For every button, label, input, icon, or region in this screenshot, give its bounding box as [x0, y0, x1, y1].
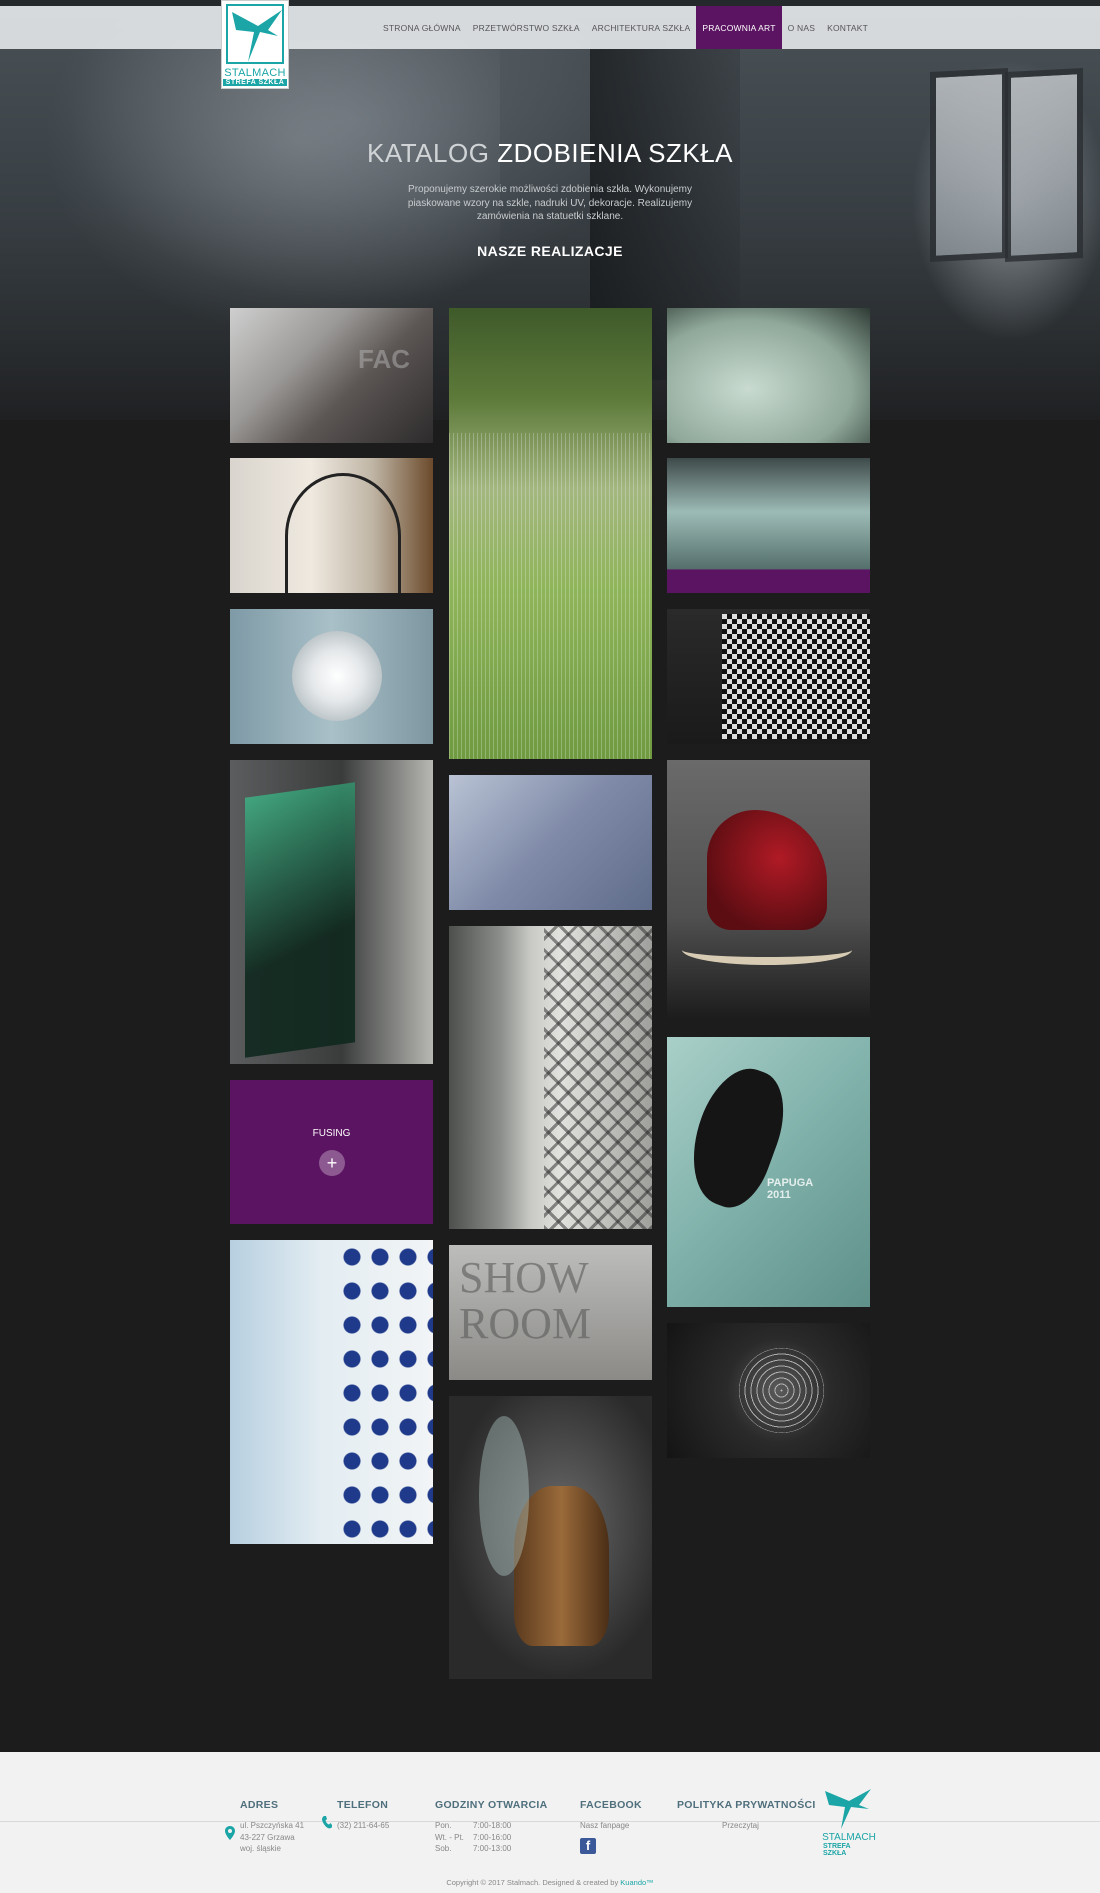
gallery-image [449, 775, 652, 910]
footer-privacy-heading: POLITYKA PRYWATNOŚCI [677, 1799, 816, 1811]
footer-privacy-link[interactable]: Przeczytaj [677, 1820, 816, 1832]
nav-item-contact[interactable]: KONTAKT [821, 6, 874, 49]
footer-phone-number[interactable]: (32) 211-64-65 [337, 1820, 389, 1832]
gallery-image [449, 926, 652, 1229]
gallery-item-facade[interactable] [230, 308, 433, 443]
main-nav: STRONA GŁÓWNA PRZETWÓRSTWO SZKŁA ARCHITE… [377, 6, 874, 49]
hours-time: 7:00-13:00 [473, 1844, 512, 1853]
hours-day: Sob. [435, 1844, 452, 1853]
logo-subtitle: STREFA SZKŁA [222, 79, 288, 86]
footer [0, 1752, 1100, 1893]
footer-phone-heading: TELEFON [337, 1799, 389, 1811]
facebook-icon[interactable]: f [580, 1837, 596, 1854]
bow-icon [226, 4, 284, 64]
gallery-item-mandala[interactable] [667, 1323, 870, 1458]
gallery-image [667, 308, 870, 443]
footer-logo-brand: STALMACH [822, 1832, 876, 1843]
gallery-image [667, 1323, 870, 1458]
footer-facebook: FACEBOOK Nasz fanpage f [580, 1799, 642, 1854]
footer-phone: TELEFON (32) 211-64-65 [337, 1799, 389, 1832]
hours-day: Pon. [435, 1821, 452, 1830]
gallery-item-wood-glass[interactable] [449, 1396, 652, 1679]
footer-address-line3: woj. śląskie [240, 1844, 281, 1853]
nav-item-glass-architecture[interactable]: ARCHITEKTURA SZKŁA [586, 6, 697, 49]
logo-brand: STALMACH [224, 67, 286, 79]
gallery-item-checkered-wall[interactable] [667, 609, 870, 744]
gallery-image [449, 308, 652, 759]
section-title: NASZE REALIZACJE [477, 243, 623, 259]
gallery-item-blue-birds[interactable] [449, 775, 652, 910]
footer-hours-table: Pon. 7:00-18:00 Wt. - Pt. 7:00-16:00 Sob… [435, 1820, 548, 1855]
nav-item-art-studio[interactable]: PRACOWNIA ART [696, 6, 782, 49]
footer-address-heading: ADRES [240, 1799, 279, 1811]
gallery-image [667, 458, 870, 593]
gallery-item-frosted-pattern[interactable] [667, 308, 870, 443]
site-logo[interactable]: STALMACH STREFA SZKŁA [221, 0, 289, 89]
gallery-image [230, 760, 433, 1064]
footer-logo[interactable]: STALMACH STREFA SZKŁA [822, 1787, 876, 1857]
copyright: Copyright © 2017 Stalmach. Designed & cr… [0, 1878, 1100, 1887]
credit-link[interactable]: Kuando™ [620, 1878, 653, 1887]
hours-time: 7:00-16:00 [473, 1832, 512, 1842]
gallery-item-dots-restroom[interactable] [230, 1240, 433, 1544]
location-pin-icon [225, 1826, 235, 1840]
footer-hours-heading: GODZINY OTWARCIA [435, 1799, 548, 1811]
footer-hours: GODZINY OTWARCIA Pon. 7:00-18:00 Wt. - P… [435, 1799, 548, 1855]
page-title-bold: ZDOBIENIA SZKŁA [497, 138, 733, 168]
gallery-item-lace-glass[interactable] [230, 609, 433, 744]
plus-icon: + [319, 1150, 345, 1176]
footer-address-line2: 43-227 Grzawa [240, 1832, 295, 1842]
gallery-image [230, 609, 433, 744]
gallery-image [230, 1240, 433, 1544]
gallery-item-glass-box[interactable] [667, 458, 870, 593]
footer-logo-subtitle: STREFA SZKŁA [823, 1843, 851, 1857]
page-title-light: KATALOG [367, 138, 490, 168]
footer-divider [0, 1821, 1100, 1822]
gallery-item-showroom[interactable] [449, 1245, 652, 1380]
footer-privacy: POLITYKA PRYWATNOŚCI Przeczytaj [677, 1799, 816, 1832]
gallery-item-label: FUSING [312, 1128, 351, 1139]
bow-icon [823, 1787, 875, 1831]
gallery-item-rocking-horse[interactable] [667, 760, 870, 1021]
footer-address: ADRES ul. Pszczyńska 41 43-227 Grzawa wo… [240, 1799, 304, 1855]
nav-item-about[interactable]: O NAS [782, 6, 821, 49]
gallery-item-green-birds-panel[interactable] [230, 760, 433, 1064]
nav-item-glass-processing[interactable]: PRZETWÓRSTWO SZKŁA [467, 6, 586, 49]
gallery-item-staircase[interactable] [230, 458, 433, 593]
gallery-image [230, 308, 433, 443]
gallery-item-birds-glass[interactable] [449, 308, 652, 759]
footer-facebook-heading: FACEBOOK [580, 1799, 642, 1811]
gallery-image [667, 609, 870, 744]
gallery-image [230, 458, 433, 593]
gallery-image [449, 1245, 652, 1380]
copyright-text: Copyright © 2017 Stalmach. Designed & cr… [446, 1878, 619, 1887]
footer-facebook-text: Nasz fanpage [580, 1821, 630, 1830]
gallery-image [667, 760, 870, 1021]
gallery-item-fusing[interactable]: FUSING + [230, 1080, 433, 1224]
hours-day: Wt. - Pt. [435, 1832, 464, 1842]
gallery-image [449, 1396, 652, 1679]
page-title: KATALOG ZDOBIENIA SZKŁA [0, 138, 1100, 169]
phone-icon [322, 1816, 332, 1832]
gallery-item-parrot-award[interactable] [667, 1037, 870, 1307]
page-description: Proponujemy szerokie możliwości zdobieni… [407, 184, 693, 222]
gallery-image [667, 1037, 870, 1307]
footer-address-line1: ul. Pszczyńska 41 [240, 1821, 305, 1830]
gallery-item-restroom-door[interactable] [449, 926, 652, 1229]
nav-item-home[interactable]: STRONA GŁÓWNA [377, 6, 467, 49]
hours-time: 7:00-18:00 [473, 1821, 512, 1830]
top-navbar: STRONA GŁÓWNA PRZETWÓRSTWO SZKŁA ARCHITE… [0, 6, 1100, 49]
